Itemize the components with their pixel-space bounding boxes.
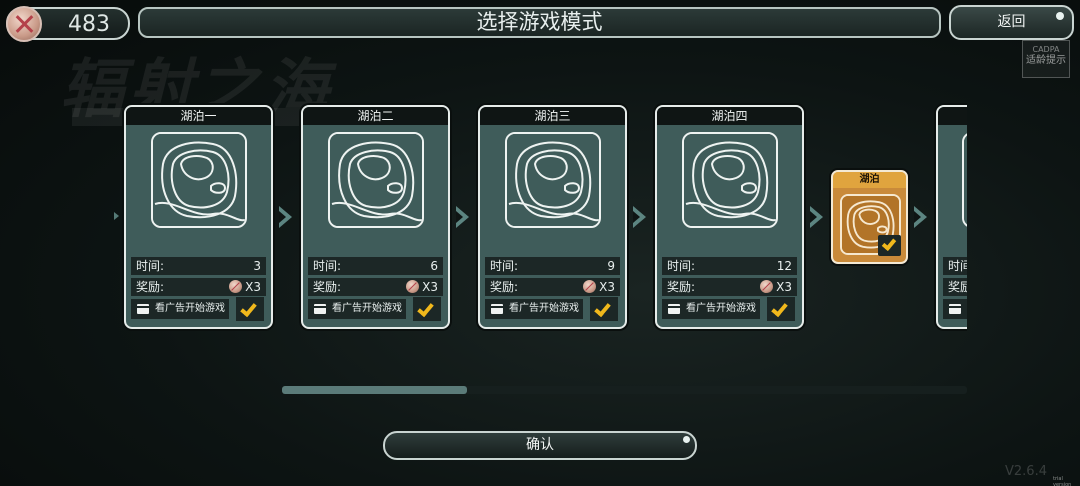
checkmark-icon [417, 299, 434, 318]
time-row: 时间: 3 [131, 257, 266, 275]
reward-row: 奖励: X3 [308, 278, 443, 296]
time-row: 时间 [943, 257, 967, 275]
carousel-scrollbar-thumb[interactable] [282, 386, 467, 394]
select-mode-button[interactable] [767, 297, 795, 321]
watch-ad-start-button[interactable]: 看广告开始游戏 [308, 299, 406, 319]
mode-card-lake-1[interactable]: 湖泊一 时间: 3 奖励: X3 看广告开始游戏 [124, 105, 273, 329]
mode-card-partial[interactable]: 时间 奖励 [936, 105, 967, 329]
coin-icon [229, 280, 243, 293]
back-button[interactable]: 返回 [949, 5, 1074, 40]
coin-icon [760, 280, 774, 293]
trial-version-note: trial version [1053, 476, 1072, 486]
reward-label: 奖励: [667, 280, 696, 294]
time-row: 时间: 12 [662, 257, 797, 275]
time-row: 时间: 9 [485, 257, 620, 275]
time-label: 时间: [313, 259, 342, 273]
topographic-map-icon [150, 132, 247, 228]
reward-row: 奖励: X3 [485, 278, 620, 296]
age-rating-badge: CADPA 适龄提示 [1022, 40, 1070, 78]
time-value: 6 [430, 259, 438, 273]
selected-mode-card[interactable]: 湖泊 [831, 170, 908, 264]
watch-ad-label: 看广告开始游戏 [686, 303, 756, 314]
checkmark-icon [594, 299, 611, 318]
reward-value: X3 [599, 280, 615, 294]
selected-card-title: 湖泊 [833, 172, 906, 188]
reward-row: 奖励: X3 [662, 278, 797, 296]
time-label: 时间 [948, 259, 967, 273]
coin-icon [583, 280, 597, 293]
watch-ad-label: 看广告开始游戏 [155, 303, 225, 314]
chevron-right-icon [914, 206, 927, 228]
topographic-map-icon [962, 132, 967, 228]
version-label: V2.6.4 [1005, 464, 1047, 479]
card-title: 湖泊四 [657, 107, 802, 125]
chevron-right-icon [810, 206, 823, 228]
button-shine-icon [683, 436, 690, 443]
chevron-right-icon [633, 206, 646, 228]
time-value: 12 [776, 259, 792, 273]
mode-carousel[interactable]: 湖泊一 时间: 3 奖励: X3 看广告开始游戏 湖泊二 时间: 6 奖励: X… [110, 100, 967, 336]
reward-row: 奖励: X3 [131, 278, 266, 296]
checkmark-icon [771, 299, 788, 318]
clapperboard-icon [668, 304, 680, 314]
reward-value: X3 [422, 280, 438, 294]
clapperboard-icon [491, 304, 503, 314]
button-shine-icon [1056, 12, 1064, 20]
reward-label: 奖励: [313, 280, 342, 294]
watch-ad-start-button[interactable]: 看广告开始游戏 [131, 299, 229, 319]
reward-label: 奖励 [948, 280, 967, 294]
watch-ad-start-button[interactable]: 看广告开始游戏 [485, 299, 583, 319]
time-label: 时间: [490, 259, 519, 273]
clapperboard-icon [949, 304, 961, 314]
checkmark-icon [881, 235, 897, 252]
time-label: 时间: [136, 259, 165, 273]
select-mode-button[interactable] [236, 297, 264, 321]
topographic-map-icon [327, 132, 424, 228]
confirm-button-label: 确认 [526, 437, 554, 453]
watch-ad-label: 看广告开始游戏 [332, 303, 402, 314]
coin-icon [406, 280, 420, 293]
clapperboard-icon [137, 304, 149, 314]
card-title: 湖泊一 [126, 107, 271, 125]
checkmark-icon [240, 299, 257, 318]
topographic-map-icon [681, 132, 778, 228]
coin-balance: 483 [6, 6, 130, 42]
chevron-right-icon [279, 206, 292, 228]
mode-card-lake-2[interactable]: 湖泊二 时间: 6 奖励: X3 看广告开始游戏 [301, 105, 450, 329]
card-title: 湖泊三 [480, 107, 625, 125]
page-title: 选择游戏模式 [138, 7, 941, 38]
selected-check-button[interactable] [878, 235, 901, 256]
coin-count: 483 [68, 12, 110, 37]
rating-label: CADPA [1032, 45, 1060, 54]
reward-label: 奖励: [490, 280, 519, 294]
mode-card-lake-4[interactable]: 湖泊四 时间: 12 奖励: X3 看广告开始游戏 [655, 105, 804, 329]
reward-row: 奖励 [943, 278, 967, 296]
topographic-map-icon [504, 132, 601, 228]
card-title [938, 107, 967, 125]
clapperboard-icon [314, 304, 326, 314]
mode-card-lake-3[interactable]: 湖泊三 时间: 9 奖励: X3 看广告开始游戏 [478, 105, 627, 329]
coin-icon [6, 6, 42, 42]
back-button-label: 返回 [997, 14, 1026, 30]
watch-ad-start-button[interactable]: 看广告开始游戏 [662, 299, 760, 319]
chevron-right-icon [456, 206, 469, 228]
reward-value: X3 [776, 280, 792, 294]
time-row: 时间: 6 [308, 257, 443, 275]
reward-label: 奖励: [136, 280, 165, 294]
select-mode-button[interactable] [413, 297, 441, 321]
card-title: 湖泊二 [303, 107, 448, 125]
time-value: 3 [253, 259, 261, 273]
rating-hint: 适龄提示 [1026, 55, 1066, 66]
confirm-button[interactable]: 确认 [383, 431, 697, 460]
reward-value: X3 [245, 280, 261, 294]
watch-ad-start-button[interactable] [943, 299, 967, 319]
watch-ad-label: 看广告开始游戏 [509, 303, 579, 314]
time-label: 时间: [667, 259, 696, 273]
time-value: 9 [607, 259, 615, 273]
select-mode-button[interactable] [590, 297, 618, 321]
